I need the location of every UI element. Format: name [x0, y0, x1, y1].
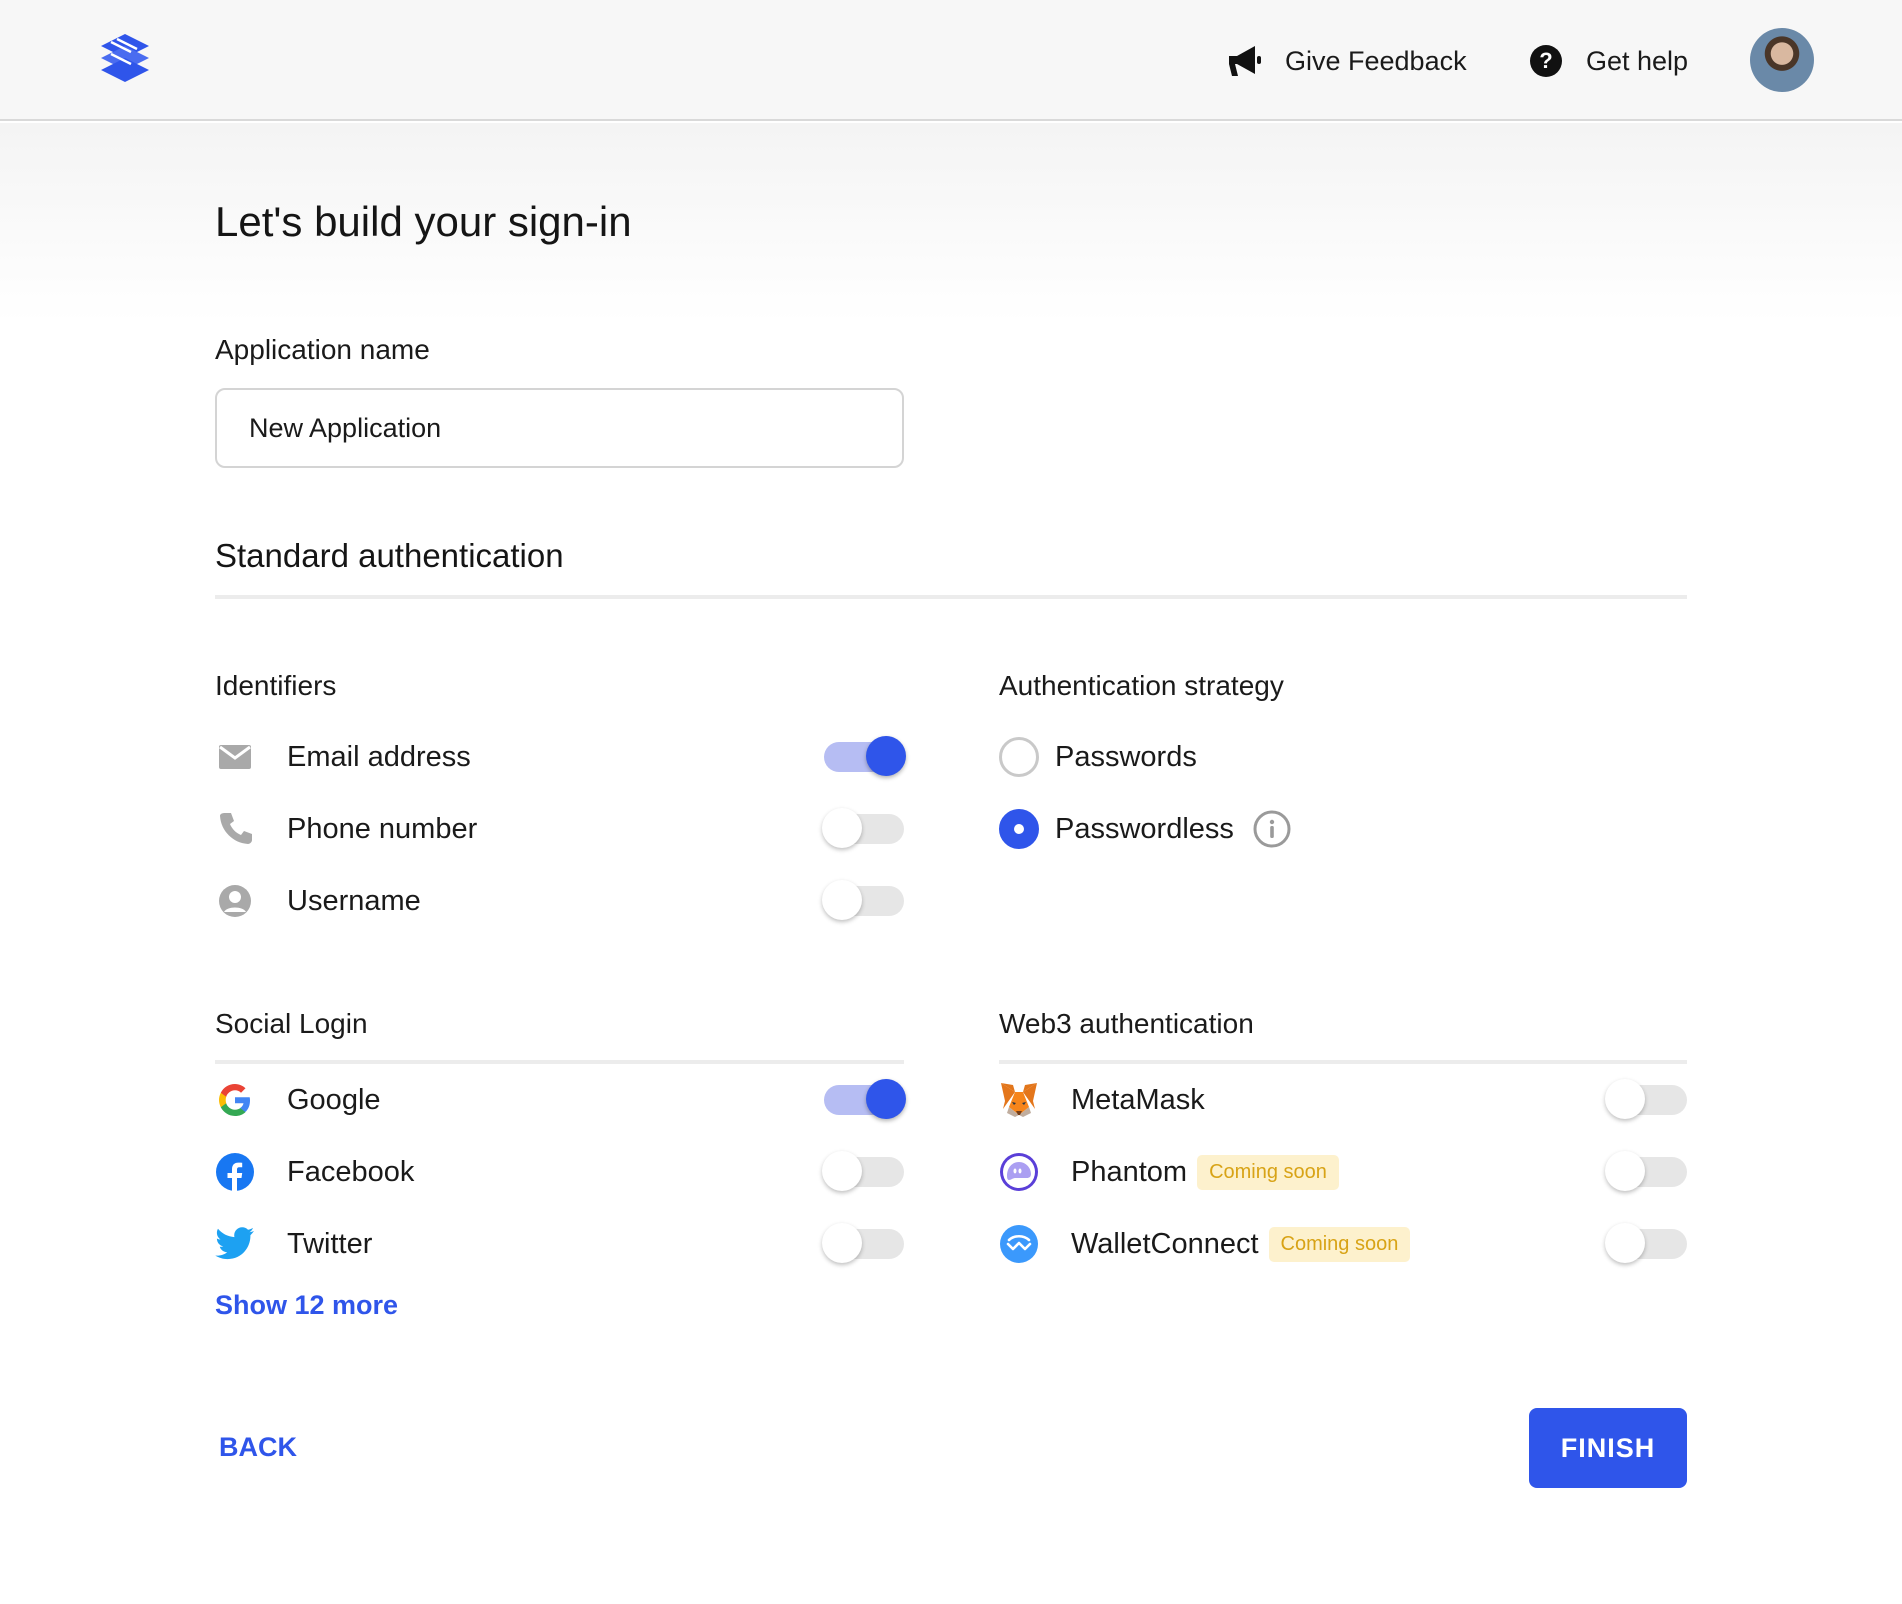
identifier-label: Username — [287, 884, 421, 917]
help-icon: ? — [1526, 41, 1566, 81]
social-twitter-row: Twitter — [215, 1217, 904, 1271]
social-label: Twitter — [287, 1227, 373, 1260]
get-help-button[interactable]: ? Get help — [1526, 38, 1688, 84]
standard-auth-title: Standard authentication — [215, 537, 564, 574]
strategy-label: Passwordless — [1055, 812, 1234, 845]
facebook-icon — [215, 1152, 255, 1192]
phantom-icon — [999, 1152, 1039, 1192]
user-icon — [215, 881, 255, 921]
give-feedback-label: Give Feedback — [1285, 45, 1467, 76]
web3-label-group: WalletConnect Coming soon — [1071, 1226, 1411, 1262]
social-label: Facebook — [287, 1155, 415, 1188]
twitter-icon — [215, 1224, 255, 1264]
walletconnect-icon — [999, 1224, 1039, 1264]
user-avatar[interactable] — [1750, 28, 1814, 92]
megaphone-icon — [1225, 41, 1265, 81]
web3-phantom-row: Phantom Coming soon — [999, 1145, 1687, 1199]
twitter-toggle[interactable] — [822, 1223, 904, 1263]
metamask-toggle[interactable] — [1605, 1079, 1687, 1119]
social-login-title: Social Login — [215, 1008, 368, 1039]
identifier-phone-row: Phone number — [215, 802, 904, 856]
social-label: Google — [287, 1083, 381, 1116]
web3-walletconnect-row: WalletConnect Coming soon — [999, 1217, 1687, 1271]
get-help-label: Get help — [1586, 45, 1689, 76]
strategy-passwords-option[interactable]: Passwords — [999, 730, 1599, 784]
back-button[interactable]: BACK — [219, 1432, 297, 1463]
identifier-label: Email address — [287, 740, 471, 773]
passwordless-radio[interactable] — [999, 809, 1039, 849]
application-name-label: Application name — [215, 334, 430, 365]
passwords-radio[interactable] — [999, 737, 1039, 777]
finish-button[interactable]: FINISH — [1529, 1408, 1687, 1488]
svg-text:?: ? — [1539, 48, 1552, 73]
give-feedback-button[interactable]: Give Feedback — [1225, 38, 1467, 84]
web3-label-group: Phantom Coming soon — [1071, 1154, 1339, 1190]
web3-divider — [999, 1060, 1687, 1064]
strategy-passwordless-option[interactable]: Passwordless — [999, 802, 1599, 856]
web3-auth-title: Web3 authentication — [999, 1008, 1254, 1039]
strategy-label: Passwords — [1055, 740, 1197, 773]
google-toggle[interactable] — [824, 1079, 906, 1119]
walletconnect-toggle[interactable] — [1605, 1223, 1687, 1263]
metamask-icon — [999, 1080, 1039, 1120]
phone-icon — [215, 809, 255, 849]
section-divider — [215, 595, 1687, 599]
identifier-email-row: Email address — [215, 730, 906, 784]
facebook-toggle[interactable] — [822, 1151, 904, 1191]
identifier-username-row: Username — [215, 874, 904, 928]
phantom-toggle[interactable] — [1605, 1151, 1687, 1191]
email-icon — [215, 737, 255, 777]
identifier-label: Phone number — [287, 812, 478, 845]
web3-label: Phantom — [1071, 1155, 1188, 1188]
social-facebook-row: Facebook — [215, 1145, 904, 1199]
social-google-row: Google — [215, 1073, 906, 1127]
web3-label: WalletConnect — [1071, 1227, 1259, 1260]
web3-metamask-row: MetaMask — [999, 1073, 1687, 1127]
info-icon[interactable] — [1253, 810, 1291, 856]
show-more-link[interactable]: Show 12 more — [215, 1290, 398, 1321]
email-toggle[interactable] — [824, 736, 906, 776]
coming-soon-badge: Coming soon — [1197, 1154, 1339, 1190]
identifiers-title: Identifiers — [215, 670, 337, 701]
phone-toggle[interactable] — [822, 808, 904, 848]
google-icon — [215, 1080, 255, 1120]
coming-soon-badge: Coming soon — [1268, 1226, 1411, 1262]
top-bar: Give Feedback ? Get help — [0, 0, 1902, 121]
app-logo-icon[interactable] — [97, 30, 153, 82]
social-login-divider — [215, 1060, 904, 1064]
username-toggle[interactable] — [822, 880, 904, 920]
auth-strategy-title: Authentication strategy — [999, 670, 1284, 701]
web3-label: MetaMask — [1071, 1083, 1205, 1116]
page-title: Let's build your sign-in — [215, 198, 632, 245]
application-name-input[interactable] — [215, 388, 904, 468]
